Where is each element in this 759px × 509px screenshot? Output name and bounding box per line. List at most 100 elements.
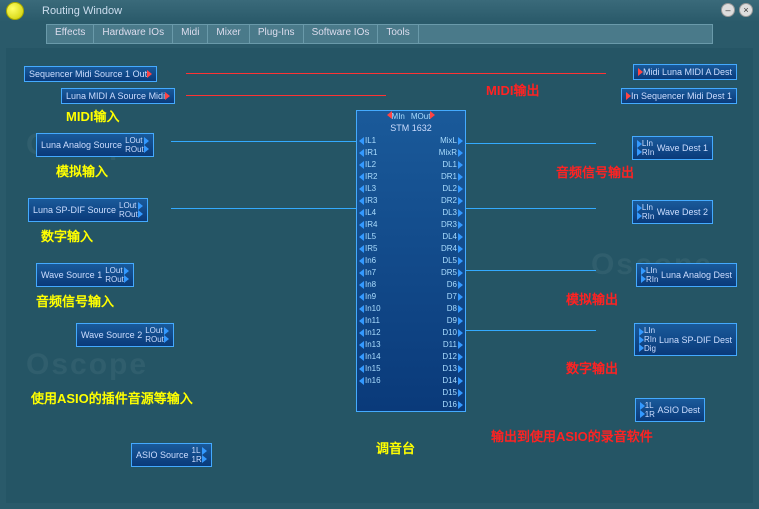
mixer-pin[interactable]: IR2 — [359, 171, 381, 183]
mixer-pin[interactable]: In11 — [359, 315, 381, 327]
mixer-pin[interactable]: MixL — [440, 135, 463, 147]
mixer-pin[interactable]: MixR — [439, 147, 463, 159]
node-midi-luna-dest[interactable]: Midi Luna MIDI A Dest — [633, 64, 737, 80]
node-mixer-stm1632[interactable]: MInMOut STM 1632 IL1IR1IL2IR2IL3IR3IL4IR… — [356, 110, 466, 412]
node-luna-midi-source[interactable]: Luna MIDI A Source Midi — [61, 88, 175, 104]
out-pin-icon[interactable] — [138, 210, 143, 218]
mixer-pin[interactable]: D10 — [442, 327, 463, 339]
mixer-pin[interactable]: D8 — [447, 303, 463, 315]
node-label: ASIO Dest — [657, 405, 700, 415]
node-seq-midi-dest[interactable]: In Sequencer Midi Dest 1 — [621, 88, 737, 104]
mixer-pin[interactable]: DL1 — [442, 159, 463, 171]
mixer-pin[interactable]: D13 — [442, 363, 463, 375]
mixer-pin[interactable]: In9 — [359, 291, 381, 303]
mixer-pin[interactable]: IR1 — [359, 147, 381, 159]
node-label: ASIO Source — [136, 450, 189, 460]
tab-plugins[interactable]: Plug-Ins — [250, 25, 304, 43]
out-pin-icon[interactable] — [430, 111, 435, 119]
node-wave-dest-2[interactable]: LInRIn Wave Dest 2 — [632, 200, 713, 224]
pin-label: Midi — [149, 91, 166, 101]
mixer-pin[interactable]: IL1 — [359, 135, 381, 147]
out-pin-icon[interactable] — [124, 275, 129, 283]
mixer-pin[interactable]: In12 — [359, 327, 381, 339]
pin-label: RIn — [646, 275, 658, 284]
node-label: In Sequencer Midi Dest 1 — [631, 91, 732, 101]
node-label: Wave Dest 2 — [657, 207, 708, 217]
mixer-pin[interactable]: In6 — [359, 255, 381, 267]
out-pin-icon[interactable] — [202, 447, 207, 455]
minimize-icon[interactable]: – — [721, 3, 735, 17]
mixer-pin[interactable]: In7 — [359, 267, 381, 279]
mixer-pin[interactable]: IL5 — [359, 231, 381, 243]
out-pin-icon[interactable] — [164, 327, 169, 335]
out-pin-icon[interactable] — [138, 202, 143, 210]
node-seq-midi-source[interactable]: Sequencer Midi Source 1 Out — [24, 66, 157, 82]
mixer-pin[interactable]: IL4 — [359, 207, 381, 219]
mixer-pin[interactable]: IR3 — [359, 195, 381, 207]
node-wave-dest-1[interactable]: LInRIn Wave Dest 1 — [632, 136, 713, 160]
node-luna-spdif-source[interactable]: Luna SP-DIF Source LOutROut — [28, 198, 148, 222]
node-luna-analog-source[interactable]: Luna Analog Source LOutROut — [36, 133, 154, 157]
mixer-pin[interactable]: DL4 — [442, 231, 463, 243]
out-pin-icon[interactable] — [144, 145, 149, 153]
mixer-pin[interactable]: D6 — [447, 279, 463, 291]
mixer-pin[interactable]: In16 — [359, 375, 381, 387]
pin-label: 1R — [645, 410, 655, 419]
mixer-pin[interactable]: D16 — [442, 399, 463, 411]
mixer-pin[interactable]: DL3 — [442, 207, 463, 219]
out-pin-icon[interactable] — [164, 335, 169, 343]
mixer-pin[interactable]: D11 — [443, 339, 463, 351]
mixer-pin[interactable]: In8 — [359, 279, 381, 291]
node-asio-source[interactable]: ASIO Source 1L1R — [131, 443, 212, 467]
tab-mixer[interactable]: Mixer — [208, 25, 249, 43]
mixer-pin[interactable]: IL3 — [359, 183, 381, 195]
node-luna-analog-dest[interactable]: LInRIn Luna Analog Dest — [636, 263, 737, 287]
label-analog-in: 模拟输入 — [56, 161, 108, 180]
label-midi-out: MIDI输出 — [486, 80, 539, 99]
mixer-pin[interactable]: In14 — [359, 351, 381, 363]
pin-label: LIn — [642, 139, 654, 148]
out-pin-icon[interactable] — [144, 137, 149, 145]
routing-canvas[interactable]: Oscope Oscope Oscope Sequencer Midi Sour… — [6, 48, 753, 503]
mixer-pin[interactable]: DR5 — [441, 267, 463, 279]
mixer-pin[interactable]: D14 — [442, 375, 463, 387]
out-pin-icon[interactable] — [124, 267, 129, 275]
node-wave-source-1[interactable]: Wave Source 1 LOutROut — [36, 263, 134, 287]
mixer-pin[interactable]: In13 — [359, 339, 381, 351]
mixer-pin[interactable]: DR1 — [441, 171, 463, 183]
mixer-pin[interactable]: IL2 — [359, 159, 381, 171]
close-icon[interactable]: × — [739, 3, 753, 17]
tab-effects[interactable]: Effects — [47, 25, 94, 43]
mixer-pin[interactable]: DL5 — [442, 255, 463, 267]
mixer-pin[interactable]: DR2 — [441, 195, 463, 207]
out-pin-icon[interactable] — [165, 92, 170, 100]
out-pin-icon[interactable] — [147, 70, 152, 78]
app-logo-icon — [6, 2, 24, 20]
pin-label: LOut — [119, 201, 138, 210]
wire — [186, 95, 386, 96]
node-wave-source-2[interactable]: Wave Source 2 LOutROut — [76, 323, 174, 347]
mixer-pin[interactable]: IR5 — [359, 243, 381, 255]
mixer-pin[interactable]: DR3 — [441, 219, 463, 231]
tab-tools[interactable]: Tools — [378, 25, 418, 43]
pin-label: LOut — [145, 326, 164, 335]
tab-hardware-ios[interactable]: Hardware IOs — [94, 25, 173, 43]
mixer-pin[interactable]: DR4 — [441, 243, 463, 255]
tab-software-ios[interactable]: Software IOs — [304, 25, 379, 43]
mixer-pin[interactable]: In10 — [359, 303, 381, 315]
pin-label: Dig — [644, 344, 656, 353]
label-asio-out: 输出到使用ASIO的录音软件 — [491, 426, 653, 445]
mixer-pin[interactable]: D15 — [442, 387, 463, 399]
mixer-pin[interactable]: In15 — [359, 363, 381, 375]
titlebar: Routing Window – × — [0, 0, 759, 22]
mixer-pin[interactable]: D7 — [447, 291, 463, 303]
tab-midi[interactable]: Midi — [173, 25, 208, 43]
mixer-pin[interactable]: DL2 — [442, 183, 463, 195]
mixer-pin[interactable]: D9 — [447, 315, 463, 327]
out-pin-icon[interactable] — [202, 455, 207, 463]
label-analog-out: 模拟输出 — [566, 289, 618, 308]
node-luna-spdif-dest[interactable]: LInRInDig Luna SP-DIF Dest — [634, 323, 737, 356]
mixer-pin[interactable]: D12 — [442, 351, 463, 363]
node-asio-dest[interactable]: 1L1R ASIO Dest — [635, 398, 705, 422]
mixer-pin[interactable]: IR4 — [359, 219, 381, 231]
